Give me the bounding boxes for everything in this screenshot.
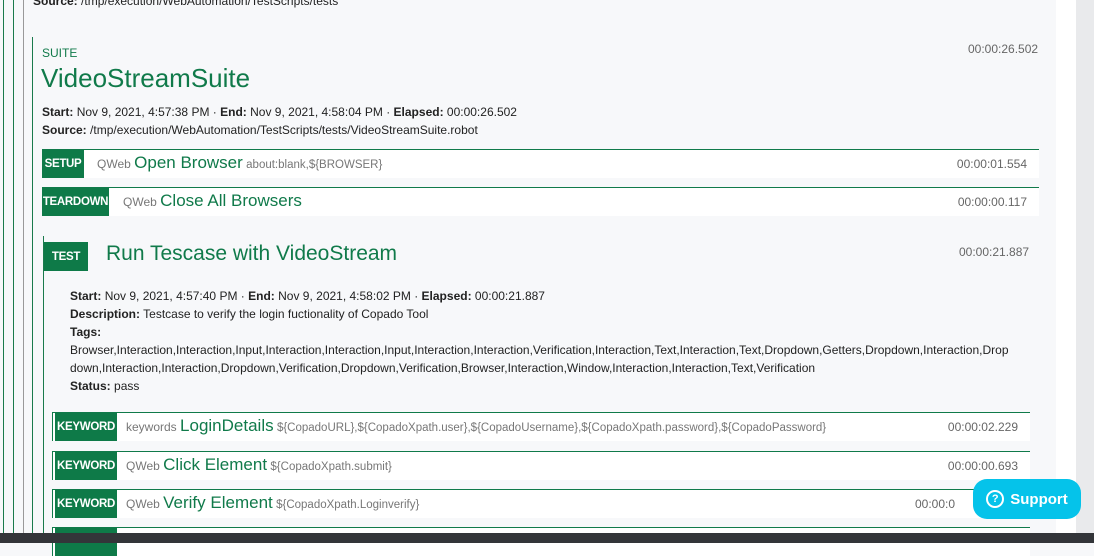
test-badge: TEST (44, 242, 88, 271)
setup-badge: SETUP (42, 150, 84, 178)
keyword-badge: KEYWORD (55, 413, 117, 441)
support-label: Support (1010, 490, 1068, 508)
scrollbar[interactable] (1076, 0, 1094, 533)
test-border (43, 236, 44, 533)
library: QWeb (126, 497, 160, 511)
library: QWeb (126, 459, 160, 473)
keyword-row[interactable]: KEYWORD keywords LoginDetails ${CopadoUR… (52, 412, 1030, 441)
test-title[interactable]: Run Tescase with VideoStream (106, 242, 397, 266)
duration: 00:00:01.554 (956, 157, 1027, 171)
right-gutter (1056, 0, 1076, 533)
keyword-name: Verify Element (163, 493, 273, 512)
keyword-name: LoginDetails (180, 416, 274, 435)
keyword-args: ${CopadoXpath.Loginverify} (276, 499, 420, 511)
keyword-row[interactable]: KEYWORD QWeb Verify Element ${CopadoXpat… (52, 489, 1030, 518)
library: QWeb (123, 195, 157, 209)
tree-line (23, 0, 24, 533)
bottom-bar (0, 533, 1094, 543)
tree-line (13, 0, 14, 533)
teardown-row[interactable]: TEARDOWN QWeb Close All Browsers 00:00:0… (42, 187, 1039, 216)
keyword-badge: KEYWORD (55, 490, 117, 518)
parent-source: Source: /tmp/execution/WebAutomation/Tes… (33, 0, 339, 8)
test-status: Status: pass (70, 379, 140, 393)
support-button[interactable]: ? Support (973, 479, 1081, 519)
tags-line: Browser,Interaction,Interaction,Input,In… (70, 343, 1009, 357)
keyword-args: about:blank,${BROWSER} (246, 159, 383, 171)
keyword-row[interactable]: KEYWORD QWeb Click Element ${CopadoXpath… (52, 451, 1030, 480)
tags-line: down,Interaction,Interaction,Dropdown,Ve… (70, 361, 816, 375)
tags-label: Tags: (70, 325, 102, 339)
keyword-name: Click Element (163, 455, 268, 474)
duration: 00:00:0 (915, 497, 956, 511)
duration: 00:00:00.693 (947, 459, 1018, 473)
suite-times: Start: Nov 9, 2021, 4:57:38 PM · End: No… (42, 105, 517, 119)
suite-title: VideoStreamSuite (41, 63, 251, 93)
suite-source: Source: /tmp/execution/WebAutomation/Tes… (42, 123, 478, 137)
keyword-args: ${CopadoXpath.submit} (270, 461, 392, 473)
duration: 00:00:00.117 (957, 195, 1027, 209)
suite-kind: SUITE (42, 46, 78, 60)
test-times: Start: Nov 9, 2021, 4:57:40 PM · End: No… (70, 289, 545, 303)
suite-elapsed: 00:00:26.502 (968, 42, 1039, 56)
question-circle-icon: ? (986, 490, 1005, 508)
tree-line (3, 0, 4, 533)
library: keywords (126, 420, 177, 434)
teardown-badge: TEARDOWN (42, 188, 109, 216)
test-description: Description: Testcase to verify the logi… (70, 307, 429, 321)
keyword-badge: KEYWORD (55, 452, 117, 480)
setup-row[interactable]: SETUP QWeb Open Browser about:blank,${BR… (42, 149, 1039, 178)
suite-border (32, 37, 33, 533)
keyword-args: ${CopadoURL},${CopadoXpath.user},${Copad… (276, 422, 827, 434)
library: QWeb (97, 157, 131, 171)
test-duration: 00:00:21.887 (959, 245, 1030, 259)
duration: 00:00:02.229 (947, 420, 1018, 434)
keyword-name: Open Browser (134, 153, 243, 172)
keyword-name: Close All Browsers (160, 191, 302, 210)
